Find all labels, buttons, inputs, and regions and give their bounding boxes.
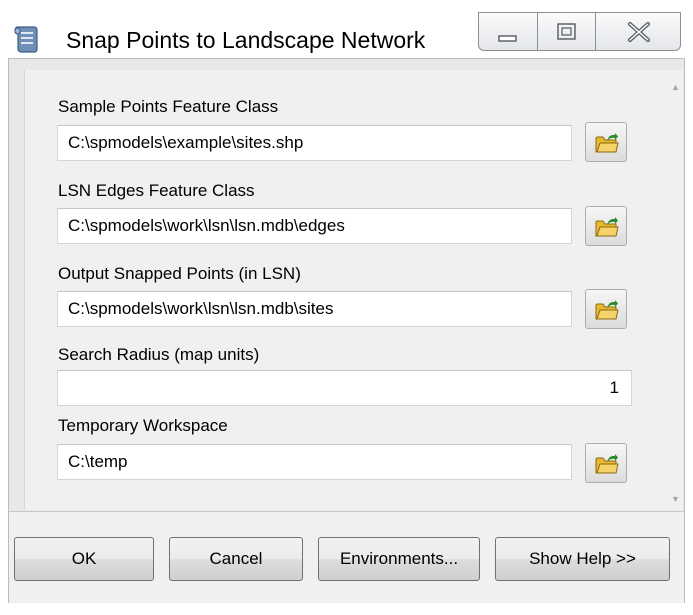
show-help-button[interactable]: Show Help >> <box>495 537 670 581</box>
caption-buttons <box>478 12 681 51</box>
temporary-workspace-label: Temporary Workspace <box>58 416 228 435</box>
output-snapped-points-input[interactable] <box>57 291 572 327</box>
temporary-workspace-input[interactable] <box>57 444 572 480</box>
cancel-button[interactable]: Cancel <box>169 537 303 581</box>
environments-button[interactable]: Environments... <box>318 537 480 581</box>
lsn-edges-input[interactable] <box>57 208 572 244</box>
close-button[interactable] <box>595 12 681 51</box>
minimize-icon <box>498 35 517 42</box>
sample-points-input[interactable] <box>57 125 572 161</box>
open-folder-icon <box>595 300 619 320</box>
output-snapped-points-label: Output Snapped Points (in LSN) <box>58 264 301 283</box>
open-folder-icon <box>595 454 619 474</box>
open-folder-icon <box>595 133 619 153</box>
vertical-scrollbar[interactable]: ▲ ▼ <box>668 70 683 510</box>
temporary-workspace-browse-button[interactable] <box>585 443 627 483</box>
search-radius-input[interactable] <box>57 370 632 406</box>
sample-points-browse-button[interactable] <box>585 122 627 162</box>
scroll-up-icon[interactable]: ▲ <box>668 78 683 96</box>
maximize-icon <box>557 23 576 40</box>
search-radius-label: Search Radius (map units) <box>58 345 260 364</box>
script-scroll-icon <box>14 26 38 53</box>
lsn-edges-label: LSN Edges Feature Class <box>58 181 255 200</box>
output-snapped-points-browse-button[interactable] <box>585 289 627 329</box>
tool-dialog-window: Snap Points to Landscape Network ▲ ▼ Sam… <box>0 0 693 615</box>
ok-button[interactable]: OK <box>14 537 154 581</box>
sample-points-label: Sample Points Feature Class <box>58 97 279 116</box>
maximize-button[interactable] <box>537 12 595 51</box>
scroll-down-icon[interactable]: ▼ <box>668 490 683 508</box>
window-title: Snap Points to Landscape Network <box>66 27 426 53</box>
close-icon <box>628 22 650 42</box>
minimize-button[interactable] <box>478 12 537 51</box>
open-folder-icon <box>595 217 619 237</box>
lsn-edges-browse-button[interactable] <box>585 206 627 246</box>
